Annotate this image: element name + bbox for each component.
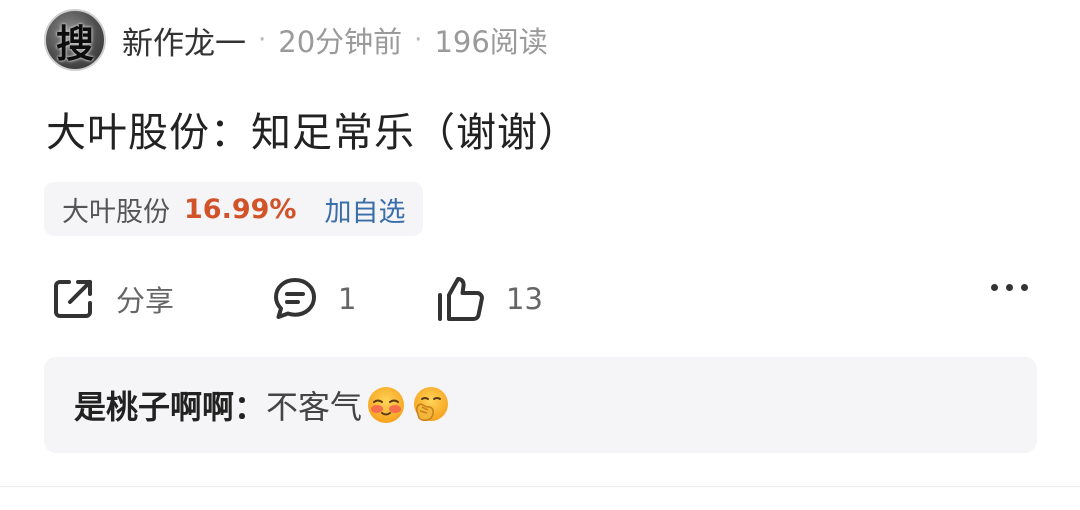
action-bar: 分享 1 13: [48, 270, 1038, 328]
avatar-glyph: 搜: [55, 20, 94, 66]
hand-over-mouth-emoji: [410, 385, 450, 425]
thumbs-up-icon: [436, 273, 488, 325]
add-watchlist-button[interactable]: 加自选: [324, 190, 405, 229]
post-time: 20分钟前: [278, 25, 403, 59]
avatar[interactable]: 搜: [44, 9, 106, 71]
stock-chip[interactable]: 大叶股份 16.99% 加自选: [44, 182, 424, 236]
post-title[interactable]: 大叶股份：知足常乐（谢谢）: [46, 100, 579, 158]
meta-separator: ·: [258, 25, 267, 55]
comment-text: 不客气: [266, 388, 363, 426]
comment-separator: ：: [234, 388, 267, 426]
more-icon[interactable]: [991, 284, 1028, 291]
post-meta: 新作龙一 · 20分钟前 · 196阅读: [122, 18, 548, 63]
like-button[interactable]: 13: [436, 270, 543, 328]
divider: [0, 486, 1080, 487]
comment-count: 1: [338, 282, 357, 316]
comment-button[interactable]: 1: [270, 270, 356, 328]
post-header: 搜 新作龙一 · 20分钟前 · 196阅读: [44, 8, 548, 72]
like-count: 13: [506, 282, 543, 316]
read-count: 196阅读: [434, 25, 548, 59]
comment-icon: [270, 274, 320, 324]
share-label: 分享: [116, 284, 175, 318]
author-name[interactable]: 新作龙一: [122, 18, 246, 63]
stock-change: 16.99%: [184, 193, 297, 225]
stock-name: 大叶股份: [62, 196, 170, 228]
share-button[interactable]: 分享: [48, 270, 174, 328]
comment-author[interactable]: 是桃子啊啊: [74, 382, 234, 428]
share-icon: [48, 274, 98, 324]
top-comment[interactable]: 是桃子啊啊 ： 不客气: [44, 357, 1037, 453]
blushing-face-emoji: [366, 385, 406, 425]
meta-separator: ·: [414, 25, 423, 55]
